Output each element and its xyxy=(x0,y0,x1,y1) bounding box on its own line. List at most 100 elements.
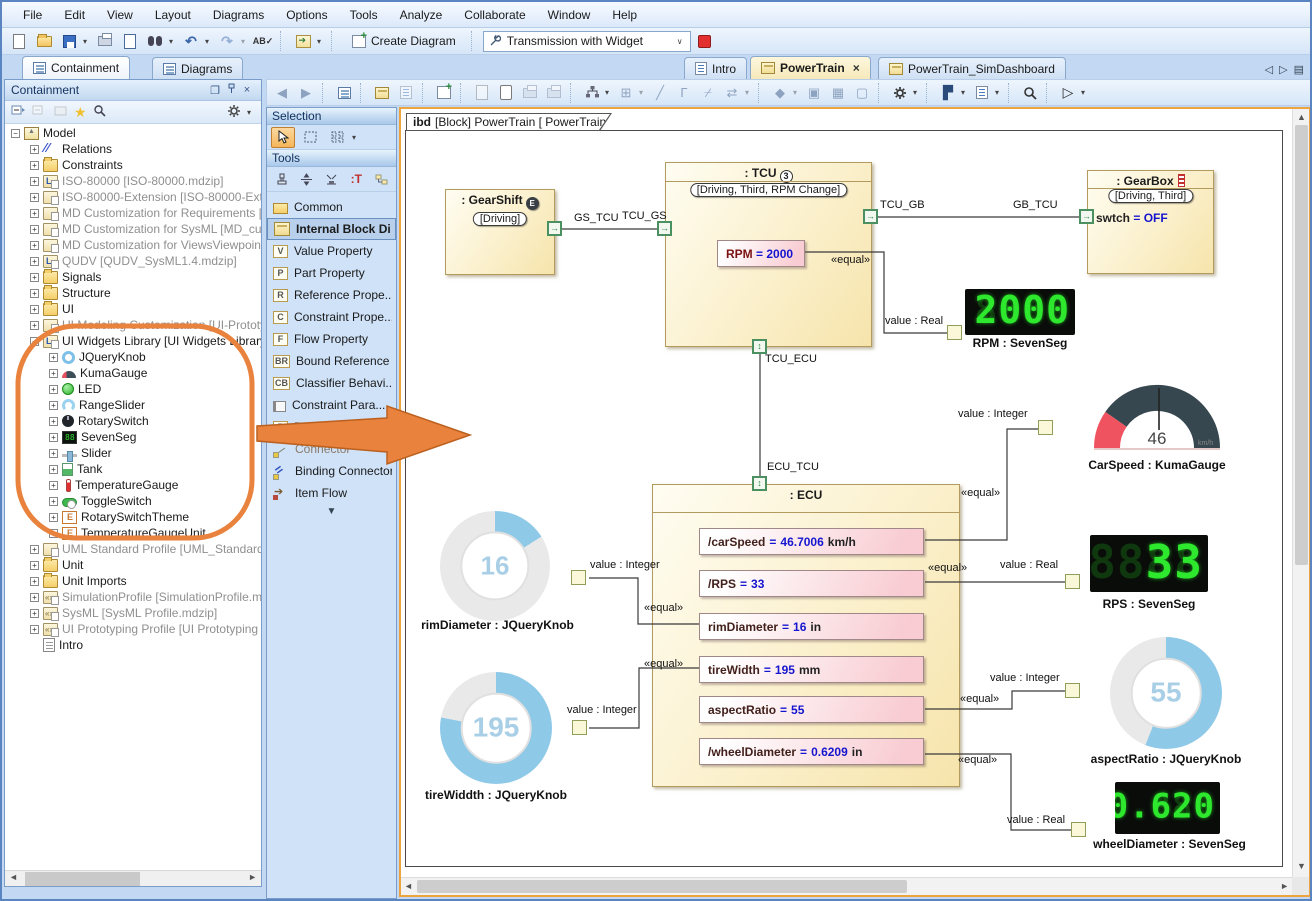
block-ecu[interactable]: : ECU /carSpeed=46.7006km/h/RPS=33rimDia… xyxy=(652,484,960,787)
tab-containment[interactable]: Containment xyxy=(22,56,130,79)
tab-close-icon[interactable]: × xyxy=(853,61,860,75)
tree-item-rotaryswitch[interactable]: +RotarySwitch xyxy=(5,413,261,429)
tab-dashboard[interactable]: PowerTrain_SimDashboard xyxy=(878,57,1066,79)
tcu-rpm-value-box[interactable]: RPM = 2000 xyxy=(717,240,805,267)
expand-expander-icon[interactable]: + xyxy=(30,193,39,202)
palette-item-constraint-para-[interactable]: Constraint Para... xyxy=(267,394,396,416)
port-ecu-ecu-tcu[interactable]: ↕ xyxy=(752,476,767,491)
expand-expander-icon[interactable]: + xyxy=(49,401,58,410)
stop-simulation-button[interactable] xyxy=(694,31,716,52)
pin-panel-icon[interactable] xyxy=(223,83,239,97)
menu-file[interactable]: File xyxy=(12,5,53,25)
undo-button[interactable]: ↶ xyxy=(180,31,202,52)
expand-expander-icon[interactable]: + xyxy=(30,577,39,586)
block-gearbox[interactable]: : GearBox [Driving, Third] swtch = OFF xyxy=(1087,170,1214,274)
tree-item-jqueryknob[interactable]: +JQueryKnob xyxy=(5,349,261,365)
ecu-value-rimdiameter[interactable]: rimDiameter=16in xyxy=(699,613,924,640)
print-button[interactable] xyxy=(94,31,116,52)
vertical-center-tool-button[interactable] xyxy=(296,169,318,190)
print-diagram-button[interactable]: ▢ xyxy=(851,82,873,103)
expand-expander-icon[interactable]: + xyxy=(49,433,58,442)
sticky-tool-button[interactable] xyxy=(271,169,293,190)
ecu-value-rps[interactable]: /RPS=33 xyxy=(699,570,924,597)
back-button[interactable]: ◀ xyxy=(271,82,293,103)
image-shape-button[interactable]: ▣ xyxy=(803,82,825,103)
scroll-right-icon[interactable]: ► xyxy=(1280,881,1289,891)
tree-item-tank[interactable]: +Tank xyxy=(5,461,261,477)
expand-expander-icon[interactable]: + xyxy=(49,417,58,426)
menu-window[interactable]: Window xyxy=(537,5,602,25)
selection-section-header[interactable]: Selection xyxy=(267,108,396,125)
tree-item-structure[interactable]: +Structure xyxy=(5,285,261,301)
scrollbar-thumb[interactable] xyxy=(25,872,140,886)
scrollbar-thumb[interactable] xyxy=(1295,125,1308,565)
palette-item-bound-reference[interactable]: BRBound Reference xyxy=(267,350,396,372)
expand-expander-icon[interactable]: + xyxy=(49,529,58,538)
palette-item-internal-block-dia-[interactable]: Internal Block Dia... xyxy=(267,218,396,240)
find-menu-caret[interactable]: ▾ xyxy=(169,37,177,46)
palette-item-part-property[interactable]: PPart Property xyxy=(267,262,396,284)
search-icon[interactable] xyxy=(93,104,106,120)
select-tool-button[interactable] xyxy=(271,127,295,148)
tree-item-md[interactable]: +MD Customization for ViewsViewpoints [ xyxy=(5,237,261,253)
port-carspeed-gauge-value[interactable] xyxy=(1038,420,1053,435)
tree-item-iso-80000[interactable]: +ISO-80000 [ISO-80000.mdzip] xyxy=(5,173,261,189)
scroll-left-icon[interactable]: ◄ xyxy=(404,881,413,891)
widget-carspeed-kumagauge[interactable]: 46 km/h xyxy=(1092,380,1222,456)
save-as-image-button[interactable]: ▦ xyxy=(827,82,849,103)
expand-expander-icon[interactable]: + xyxy=(30,241,39,250)
tree-item-ui[interactable]: −UI Widgets Library [UI Widgets Library] xyxy=(5,333,261,349)
marquee-select-button[interactable] xyxy=(298,127,322,148)
menu-view[interactable]: View xyxy=(96,5,144,25)
tree-item-temperaturegaugeunit[interactable]: +TemperatureGaugeUnit xyxy=(5,525,261,541)
palette-item-connector[interactable]: Connector xyxy=(267,438,396,460)
tree-item-md[interactable]: +MD Customization for SysML [MD_custo xyxy=(5,221,261,237)
delete-button[interactable] xyxy=(519,82,541,103)
expand-expander-icon[interactable]: + xyxy=(49,353,58,362)
tree-item-slider[interactable]: +Slider xyxy=(5,445,261,461)
palette-item-caret[interactable]: ▾ xyxy=(356,423,364,432)
tree-item-uml[interactable]: +UML Standard Profile [UML_Standard_P xyxy=(5,541,261,557)
tree-item-toggleswitch[interactable]: +ToggleSwitch xyxy=(5,493,261,509)
menu-analyze[interactable]: Analyze xyxy=(389,5,454,25)
palette-item-common[interactable]: Common xyxy=(267,196,396,218)
diagram-hscrollbar[interactable]: ◄ ► xyxy=(401,877,1292,895)
windows-menu-caret[interactable]: ▾ xyxy=(961,88,969,97)
scroll-left-icon[interactable]: ◄ xyxy=(9,872,18,882)
tree-item-led[interactable]: +LED xyxy=(5,381,261,397)
palette-item-value-property[interactable]: VValue Property xyxy=(267,240,396,262)
undo-menu-caret[interactable]: ▾ xyxy=(205,37,213,46)
collapse-expander-icon[interactable]: − xyxy=(11,129,20,138)
menu-diagrams[interactable]: Diagrams xyxy=(202,5,275,25)
save-button[interactable] xyxy=(58,31,80,52)
rect-line-button[interactable]: Γ xyxy=(673,82,695,103)
line-style-button[interactable]: ╱ xyxy=(649,82,671,103)
palette-item-proxy-port[interactable]: PProxy Port▾ xyxy=(267,416,396,438)
combo-caret[interactable]: ∨ xyxy=(677,37,685,46)
align-button[interactable]: ⊞ xyxy=(615,82,637,103)
tab-diagrams[interactable]: Diagrams xyxy=(152,57,243,79)
new-project-button[interactable] xyxy=(8,31,30,52)
tree-item-constraints[interactable]: +Constraints xyxy=(5,157,261,173)
port-aspect-knob-value[interactable] xyxy=(1065,683,1080,698)
simulation-config-combo[interactable]: Transmission with Widget ∨ xyxy=(483,31,691,52)
redo-button[interactable]: ↷ xyxy=(216,31,238,52)
expand-expander-icon[interactable]: + xyxy=(49,481,58,490)
zoom-button[interactable] xyxy=(1019,82,1041,103)
diagram-options-button[interactable] xyxy=(889,82,911,103)
tree-item-signals[interactable]: +Signals xyxy=(5,269,261,285)
tree-item-temperaturegauge[interactable]: +TemperatureGauge xyxy=(5,477,261,493)
menu-tools[interactable]: Tools xyxy=(339,5,389,25)
diagram-vscrollbar[interactable]: ▲ ▼ xyxy=(1292,109,1309,877)
create-diagram-button[interactable]: Create Diagram xyxy=(343,31,465,52)
shape-style-button[interactable]: ◆ xyxy=(769,82,791,103)
expand-expander-icon[interactable]: + xyxy=(49,513,58,522)
palette-item-reference-prope-[interactable]: RReference Prope... xyxy=(267,284,396,306)
expand-expander-icon[interactable]: + xyxy=(49,385,58,394)
legend-menu-caret[interactable]: ▾ xyxy=(995,88,1003,97)
redo-menu-caret[interactable]: ▾ xyxy=(241,37,249,46)
tools-section-header[interactable]: Tools xyxy=(267,150,396,167)
oblique-line-button[interactable]: ⌿ xyxy=(697,82,719,103)
settings-gear-icon[interactable] xyxy=(227,104,241,121)
menu-options[interactable]: Options xyxy=(275,5,338,25)
